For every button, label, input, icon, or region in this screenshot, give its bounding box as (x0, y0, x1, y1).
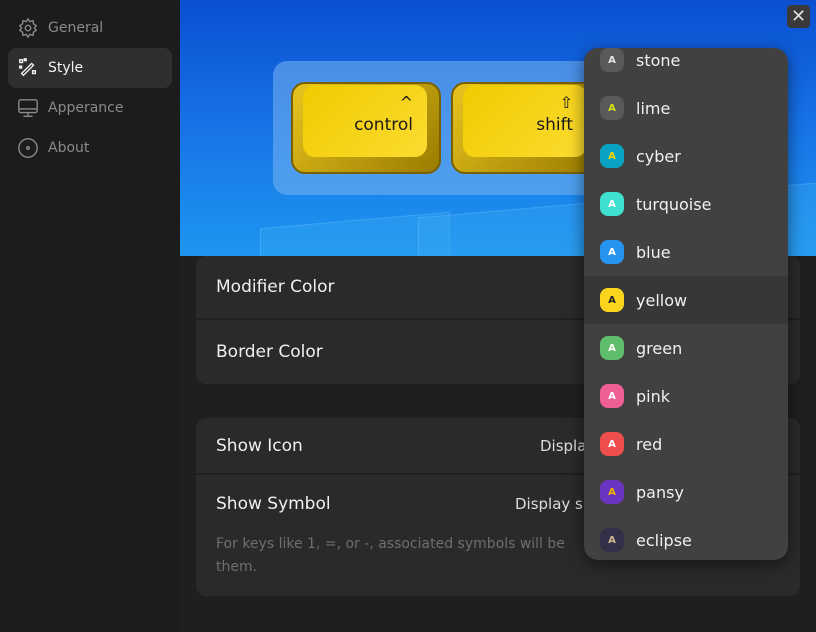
option-label: red (636, 434, 663, 454)
dropdown-option-green[interactable]: Agreen (584, 324, 788, 372)
dropdown-option-red[interactable]: Ared (584, 420, 788, 468)
modifier-color-label: Modifier Color (216, 277, 335, 297)
key-shift: ⇧ shift (451, 82, 601, 174)
show-symbol-label: Show Symbol (216, 494, 331, 514)
control-symbol: ^ (399, 93, 413, 112)
show-icon-select[interactable]: Displa (540, 437, 586, 455)
sidebar-item-label: Style (48, 60, 84, 76)
dropdown-option-cyber[interactable]: Acyber (584, 132, 788, 180)
dropdown-option-eclipse[interactable]: Aeclipse (584, 516, 788, 560)
info-circle-icon (18, 138, 38, 158)
sidebar-item-general[interactable]: General (8, 8, 172, 48)
sidebar-item-about[interactable]: About (8, 128, 172, 168)
sidebar-item-label: About (48, 140, 90, 156)
close-icon: ✕ (790, 6, 807, 27)
color-swatch: A (600, 240, 624, 264)
key-preview-container: ^ control ⇧ shift (273, 61, 603, 195)
option-label: blue (636, 242, 671, 262)
option-label: pink (636, 386, 671, 406)
option-label: cyber (636, 146, 681, 166)
sidebar-item-apperance[interactable]: Apperance (8, 88, 172, 128)
dropdown-option-pansy[interactable]: Apansy (584, 468, 788, 516)
color-swatch: A (600, 192, 624, 216)
sidebar-item-label: Apperance (48, 100, 124, 116)
monitor-icon (18, 99, 38, 117)
dropdown-option-blue[interactable]: Ablue (584, 228, 788, 276)
color-swatch: A (600, 528, 624, 552)
dropdown-option-turquoise[interactable]: Aturquoise (584, 180, 788, 228)
key-label: shift (536, 115, 573, 135)
color-dropdown[interactable]: Astone Alime Acyber Aturquoise Ablue Ayellow A… (584, 48, 788, 560)
key-label: control (354, 115, 413, 135)
color-swatch: A (600, 96, 624, 120)
color-swatch: A (600, 144, 624, 168)
color-swatch: A (600, 384, 624, 408)
close-button[interactable]: ✕ (787, 5, 810, 28)
color-swatch: A (600, 432, 624, 456)
option-label: lime (636, 98, 671, 118)
magic-wand-icon (19, 58, 37, 77)
dropdown-option-pink[interactable]: Apink (584, 372, 788, 420)
color-swatch: A (600, 336, 624, 360)
dropdown-option-lime[interactable]: Alime (584, 84, 788, 132)
option-label: stone (636, 50, 681, 70)
option-label: pansy (636, 482, 684, 502)
dropdown-option-stone[interactable]: Astone (584, 48, 788, 84)
sidebar-item-style[interactable]: Style (8, 48, 172, 88)
shift-arrow-icon: ⇧ (559, 93, 573, 112)
color-swatch: A (600, 480, 624, 504)
key-control: ^ control (291, 82, 441, 174)
sidebar-item-label: General (48, 20, 104, 36)
dropdown-option-yellow[interactable]: Ayellow (584, 276, 788, 324)
color-swatch: A (600, 288, 624, 312)
option-label: green (636, 338, 683, 358)
show-symbol-select[interactable]: Display s (515, 495, 583, 513)
show-icon-label: Show Icon (216, 435, 303, 456)
border-color-label: Border Color (216, 342, 323, 362)
sidebar: General Style Apperance About (0, 0, 180, 632)
color-swatch: A (600, 48, 624, 72)
option-label: yellow (636, 290, 688, 310)
option-label: eclipse (636, 530, 692, 550)
option-label: turquoise (636, 194, 712, 214)
gear-icon (18, 17, 38, 39)
